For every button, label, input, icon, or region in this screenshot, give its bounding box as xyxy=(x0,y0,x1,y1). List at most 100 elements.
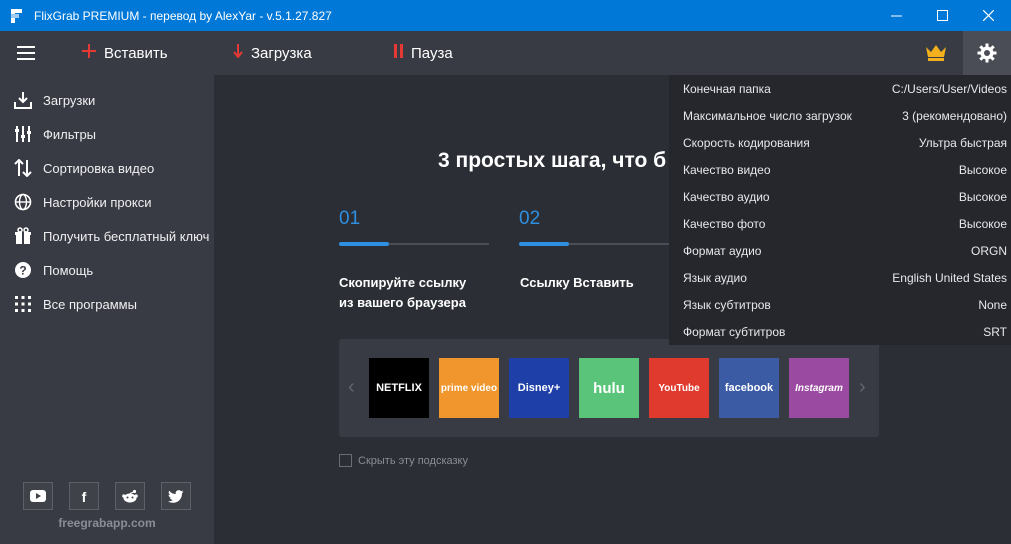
download-label: Загрузка xyxy=(251,44,312,62)
setting-row-subtitle-language[interactable]: Язык субтитров None xyxy=(669,291,1011,318)
help-icon: ? xyxy=(13,261,33,279)
download-button[interactable]: Загрузка xyxy=(233,31,312,75)
setting-label: Формат аудио xyxy=(683,243,762,258)
sidebar: Загрузки Фильтры Сортировка видео Настро… xyxy=(0,75,214,544)
services-carousel: ‹ NETFLIX prime video Disney+ hulu YouTu… xyxy=(339,339,879,437)
svg-text:?: ? xyxy=(19,264,26,278)
service-label: prime video xyxy=(440,382,498,394)
sidebar-item-proxy[interactable]: Настройки прокси xyxy=(0,187,214,217)
sidebar-item-label: Помощь xyxy=(43,262,94,278)
setting-label: Скорость кодирования xyxy=(683,135,810,150)
twitter-icon xyxy=(168,489,184,503)
download-icon xyxy=(13,91,33,109)
setting-label: Формат субтитров xyxy=(683,324,786,339)
globe-icon xyxy=(13,193,33,211)
service-label: facebook xyxy=(724,382,774,394)
setting-value: Высокое xyxy=(958,189,1007,204)
hide-hint-label: Скрыть эту подсказку xyxy=(358,454,468,467)
hide-hint-option[interactable]: Скрыть эту подсказку xyxy=(339,454,468,467)
step-2-text: Ссылку Вставить xyxy=(520,273,634,293)
setting-value: 3 (рекомендовано) xyxy=(902,108,1007,123)
service-tile-facebook[interactable]: facebook xyxy=(719,358,779,418)
setting-row-video-quality[interactable]: Качество видео Высокое xyxy=(669,156,1011,183)
gear-icon xyxy=(977,43,997,63)
close-button[interactable] xyxy=(965,0,1011,31)
setting-label: Максимальное число загрузок xyxy=(683,108,852,123)
step-1-progress xyxy=(339,242,389,246)
filters-icon xyxy=(13,125,33,143)
setting-row-audio-quality[interactable]: Качество аудио Высокое xyxy=(669,183,1011,210)
setting-label: Качество видео xyxy=(683,162,771,177)
chevron-right-icon[interactable]: › xyxy=(859,376,866,399)
facebook-button[interactable]: f xyxy=(69,482,99,510)
setting-row-audio-format[interactable]: Формат аудио ORGN xyxy=(669,237,1011,264)
arrow-down-icon xyxy=(233,43,243,63)
setting-label: Язык аудио xyxy=(683,270,747,285)
service-tile-youtube[interactable]: YouTube xyxy=(649,358,709,418)
setting-value: ORGN xyxy=(971,243,1007,258)
pause-icon xyxy=(394,43,403,63)
gift-icon xyxy=(13,227,33,245)
setting-value: Ультра быстрая xyxy=(918,135,1007,150)
chevron-left-icon[interactable]: ‹ xyxy=(348,376,355,399)
settings-button[interactable] xyxy=(963,31,1011,75)
hide-hint-checkbox[interactable] xyxy=(339,454,352,467)
setting-row-audio-language[interactable]: Язык аудио English United States xyxy=(669,264,1011,291)
svg-text:f: f xyxy=(82,489,87,503)
paste-button[interactable]: Вставить xyxy=(82,31,168,75)
sidebar-item-label: Настройки прокси xyxy=(43,194,152,210)
setting-row-subtitle-format[interactable]: Формат субтитров SRT xyxy=(669,318,1011,345)
sidebar-item-sort[interactable]: Сортировка видео xyxy=(0,153,214,183)
crown-icon[interactable] xyxy=(925,42,947,67)
setting-row-photo-quality[interactable]: Качество фото Высокое xyxy=(669,210,1011,237)
step-1-number: 01 xyxy=(339,208,361,229)
paste-label: Вставить xyxy=(104,44,168,62)
grid-icon xyxy=(13,295,33,313)
service-label: YouTube xyxy=(658,382,700,394)
sidebar-item-free-key[interactable]: Получить бесплатный ключ xyxy=(0,221,214,251)
service-tile-disney-plus[interactable]: Disney+ xyxy=(509,358,569,418)
sidebar-item-downloads[interactable]: Загрузки xyxy=(0,85,214,115)
youtube-icon xyxy=(30,490,46,502)
sidebar-item-all-programs[interactable]: Все программы xyxy=(0,289,214,319)
sidebar-item-help[interactable]: ? Помощь xyxy=(0,255,214,285)
service-label: hulu xyxy=(593,379,625,397)
service-tile-hulu[interactable]: hulu xyxy=(579,358,639,418)
service-tile-netflix[interactable]: NETFLIX xyxy=(369,358,429,418)
minimize-button[interactable] xyxy=(873,0,919,31)
setting-label: Конечная папка xyxy=(683,81,771,96)
close-icon xyxy=(982,10,994,21)
plus-icon xyxy=(82,43,96,63)
title-bar: FlixGrab PREMIUM - перевод by AlexYar - … xyxy=(0,0,1011,31)
maximize-button[interactable] xyxy=(919,0,965,31)
setting-value: C:/Users/User/Videos xyxy=(891,81,1007,96)
setting-label: Качество фото xyxy=(683,216,766,231)
reddit-button[interactable] xyxy=(115,482,145,510)
sidebar-item-label: Загрузки xyxy=(43,92,96,108)
setting-row-max-downloads[interactable]: Максимальное число загрузок 3 (рекомендо… xyxy=(669,102,1011,129)
service-tile-prime-video[interactable]: prime video xyxy=(439,358,499,418)
setting-value: English United States xyxy=(892,270,1007,285)
step-1-line-2: из вашего браузера xyxy=(339,295,466,310)
service-tile-instagram[interactable]: Instagram xyxy=(789,358,849,418)
step-1-line-1: Скопируйте ссылку xyxy=(339,275,467,290)
step-1-text: Скопируйте ссылку из вашего браузера xyxy=(339,273,466,313)
pause-button[interactable]: Пауза xyxy=(394,31,453,75)
toolbar: Вставить Загрузка Пауза xyxy=(0,31,1011,75)
service-label: Disney+ xyxy=(517,382,561,394)
hamburger-icon[interactable] xyxy=(17,46,35,60)
window-title: FlixGrab PREMIUM - перевод by AlexYar - … xyxy=(34,8,332,23)
page-title: 3 простых шага, что б xyxy=(438,149,667,172)
setting-row-encoding-speed[interactable]: Скорость кодирования Ультра быстрая xyxy=(669,129,1011,156)
setting-value: SRT xyxy=(983,324,1007,339)
site-link[interactable]: freegrabapp.com xyxy=(0,516,214,530)
setting-row-output-folder[interactable]: Конечная папка C:/Users/User/Videos xyxy=(669,75,1011,102)
setting-value: Высокое xyxy=(958,162,1007,177)
sidebar-item-filters[interactable]: Фильтры xyxy=(0,119,214,149)
setting-value: Высокое xyxy=(958,216,1007,231)
sidebar-item-label: Сортировка видео xyxy=(43,160,155,176)
service-label: NETFLIX xyxy=(376,382,422,394)
youtube-button[interactable] xyxy=(23,482,53,510)
twitter-button[interactable] xyxy=(161,482,191,510)
facebook-icon: f xyxy=(82,489,87,503)
